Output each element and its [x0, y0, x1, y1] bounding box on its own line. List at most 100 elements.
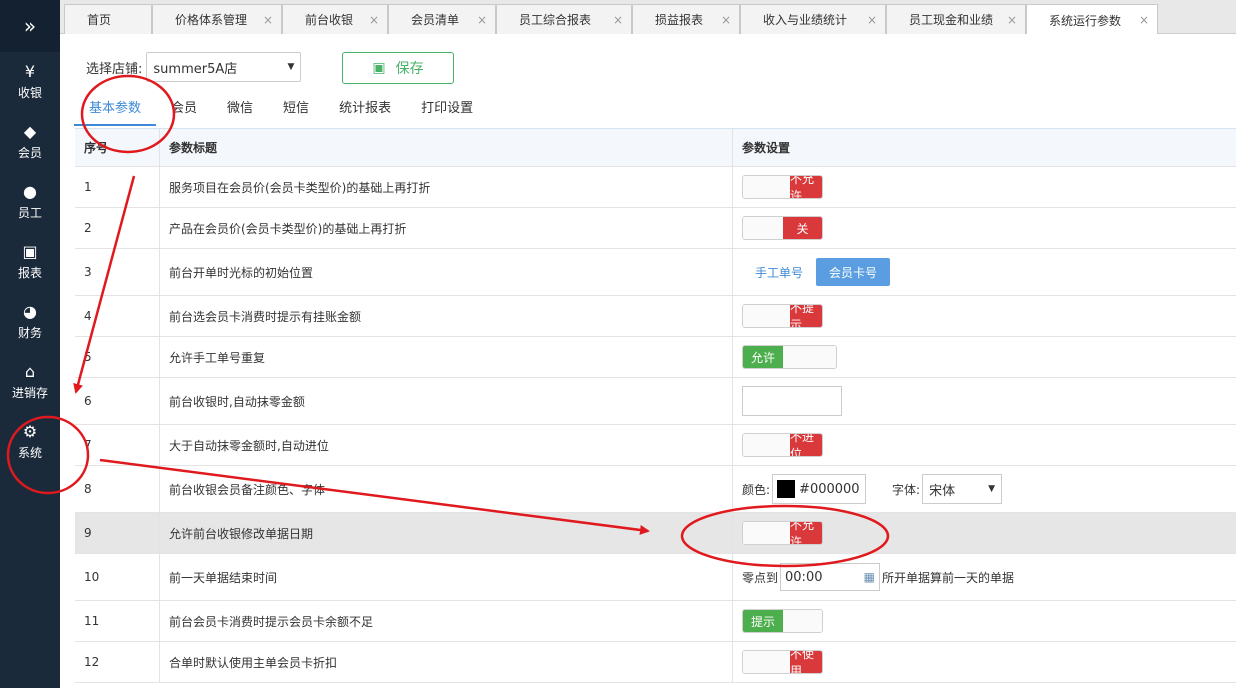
note-style-controls: 颜色: #000000 字体: 宋体 ▼ — [742, 474, 1003, 504]
save-button[interactable]: ▣ 保存 — [342, 52, 454, 84]
calendar-icon[interactable]: ▦ — [864, 570, 875, 584]
tab-label: 收入与业绩统计 — [763, 13, 848, 27]
pie-chart-icon: ◕ — [23, 302, 37, 321]
table-row: 3 前台开单时光标的初始位置 手工单号 会员卡号 — [75, 249, 1236, 296]
close-icon[interactable]: × — [1007, 13, 1017, 27]
tab-front-cashier[interactable]: 前台收银 × — [282, 4, 388, 34]
table-row: 12 合单时默认使用主单会员卡折扣 不使用 — [75, 642, 1236, 683]
row-no: 3 — [75, 249, 160, 295]
font-label: 字体: — [892, 482, 921, 497]
row-title: 大于自动抹零金额时,自动进位 — [160, 425, 733, 465]
close-icon[interactable]: × — [263, 13, 273, 27]
tab-staff-cash[interactable]: 员工现金和业绩 × — [886, 4, 1026, 34]
time-value: 00:00 — [785, 569, 823, 585]
tab-bar: 首页 价格体系管理 × 前台收银 × 会员清单 × 员工综合报表 × 损益报表 × 收入与… — [60, 0, 1236, 35]
table-row: 6 前台收银时,自动抹零金额 — [75, 378, 1236, 425]
tab-home[interactable]: 首页 — [64, 4, 152, 34]
table-row: 1 服务项目在会员价(会员卡类型价)的基础上再打折 不允许 — [75, 167, 1236, 208]
toggle-label: 不允许 — [790, 176, 822, 198]
toggle-switch[interactable]: 关 — [742, 216, 823, 240]
row-no: 1 — [75, 167, 160, 207]
toggle-switch[interactable]: 不提示 — [742, 304, 823, 328]
toggle-label: 不进位 — [790, 434, 822, 456]
save-label: 保存 — [395, 61, 424, 77]
sidebar-item-finance[interactable]: ◕ 财务 — [0, 292, 60, 352]
sidebar-item-reports[interactable]: ▣ 报表 — [0, 232, 60, 292]
params-table: 序号 参数标题 参数设置 1 服务项目在会员价(会员卡类型价)的基础上再打折 不… — [75, 128, 1236, 683]
subtab-print-settings[interactable]: 打印设置 — [406, 98, 488, 126]
table-row: 11 前台会员卡消费时提示会员卡余额不足 提示 — [75, 601, 1236, 642]
store-label: 选择店铺: — [86, 61, 143, 77]
row-title: 产品在会员价(会员卡类型价)的基础上再打折 — [160, 208, 733, 248]
tab-member-list[interactable]: 会员清单 × — [388, 4, 496, 34]
sidebar-item-inventory[interactable]: ⌂ 进销存 — [0, 352, 60, 412]
sidebar-item-label: 员工 — [17, 206, 42, 220]
tab-staff-report[interactable]: 员工综合报表 × — [496, 4, 632, 34]
time-prefix: 零点到 — [742, 570, 779, 585]
row-no: 8 — [75, 466, 160, 512]
round-off-amount-input[interactable] — [742, 386, 842, 416]
color-label: 颜色: — [742, 482, 771, 497]
sidebar-item-member[interactable]: ◆ 会员 — [0, 112, 60, 172]
row-title: 前台收银时,自动抹零金额 — [160, 378, 733, 424]
row-no: 7 — [75, 425, 160, 465]
tab-label: 系统运行参数 — [1049, 13, 1122, 28]
toggle-switch[interactable]: 提示 — [742, 609, 823, 633]
close-icon[interactable]: × — [721, 13, 731, 27]
font-value: 宋体 — [929, 483, 956, 499]
time-input[interactable]: 00:00 ▦ — [780, 563, 881, 591]
toggle-label: 不使用 — [790, 651, 822, 673]
option-member-card-no[interactable]: 会员卡号 — [816, 258, 891, 286]
caret-down-icon: ▼ — [988, 484, 996, 494]
close-icon[interactable]: × — [1139, 13, 1149, 27]
sidebar: » ¥ 收银 ◆ 会员 ● 员工 ▣ 报表 ◕ 财务 ⌂ 进销存 ⚙ 系统 — [0, 0, 60, 688]
table-row: 10 前一天单据结束时间 零点到 00:00 ▦ 所开单据算前一天的单据 — [75, 554, 1236, 601]
row-no: 6 — [75, 378, 160, 424]
tab-label: 损益报表 — [655, 13, 704, 27]
diamond-icon: ◆ — [23, 122, 37, 141]
toggle-label: 提示 — [743, 610, 783, 632]
toggle-switch[interactable]: 不进位 — [742, 433, 823, 457]
tab-price-system[interactable]: 价格体系管理 × — [152, 4, 282, 34]
toggle-switch[interactable]: 不允许 — [742, 521, 823, 545]
option-manual-no[interactable]: 手工单号 — [742, 258, 816, 286]
row-no: 9 — [75, 513, 160, 553]
close-icon[interactable]: × — [867, 13, 877, 27]
row-title: 前台收银会员备注颜色、字体 — [160, 466, 733, 512]
header-setting: 参数设置 — [742, 141, 791, 155]
color-picker[interactable]: #000000 — [772, 474, 867, 504]
row-no: 2 — [75, 208, 160, 248]
close-icon[interactable]: × — [369, 13, 379, 27]
color-swatch — [777, 480, 796, 498]
sidebar-toggle-button[interactable]: » — [0, 0, 60, 52]
tab-system-params[interactable]: 系统运行参数 × — [1026, 4, 1158, 35]
sidebar-item-label: 财务 — [17, 326, 42, 340]
toggle-switch[interactable]: 不允许 — [742, 175, 823, 199]
close-icon[interactable]: × — [613, 13, 623, 27]
row-title: 前台会员卡消费时提示会员卡余额不足 — [160, 601, 733, 641]
caret-down-icon: ▼ — [287, 62, 295, 72]
sidebar-item-staff[interactable]: ● 员工 — [0, 172, 60, 232]
table-row-highlighted: 9 允许前台收银修改单据日期 不允许 — [75, 513, 1236, 554]
subtab-member[interactable]: 会员 — [156, 98, 212, 126]
tab-label: 员工综合报表 — [519, 13, 592, 27]
row-no: 10 — [75, 554, 160, 600]
subtab-sms[interactable]: 短信 — [268, 98, 324, 126]
toggle-label: 不提示 — [790, 305, 822, 327]
subtab-basic-params[interactable]: 基本参数 — [74, 98, 157, 126]
subtab-stat-reports[interactable]: 统计报表 — [324, 98, 406, 126]
close-icon[interactable]: × — [477, 13, 487, 27]
sidebar-item-system[interactable]: ⚙ 系统 — [0, 412, 60, 472]
tab-income-stats[interactable]: 收入与业绩统计 × — [740, 4, 886, 34]
tab-label: 前台收银 — [305, 13, 354, 27]
store-select[interactable]: summer5A店 ▼ — [146, 52, 302, 82]
tab-profit-loss[interactable]: 损益报表 × — [632, 4, 740, 34]
table-row: 2 产品在会员价(会员卡类型价)的基础上再打折 关 — [75, 208, 1236, 249]
toggle-switch[interactable]: 允许 — [742, 345, 837, 369]
toggle-switch[interactable]: 不使用 — [742, 650, 823, 674]
subtab-wechat[interactable]: 微信 — [212, 98, 268, 126]
sidebar-item-cashier[interactable]: ¥ 收银 — [0, 52, 60, 112]
save-icon: ▣ — [372, 60, 386, 76]
toggle-label: 关 — [783, 217, 822, 239]
font-select[interactable]: 宋体 ▼ — [922, 474, 1003, 504]
